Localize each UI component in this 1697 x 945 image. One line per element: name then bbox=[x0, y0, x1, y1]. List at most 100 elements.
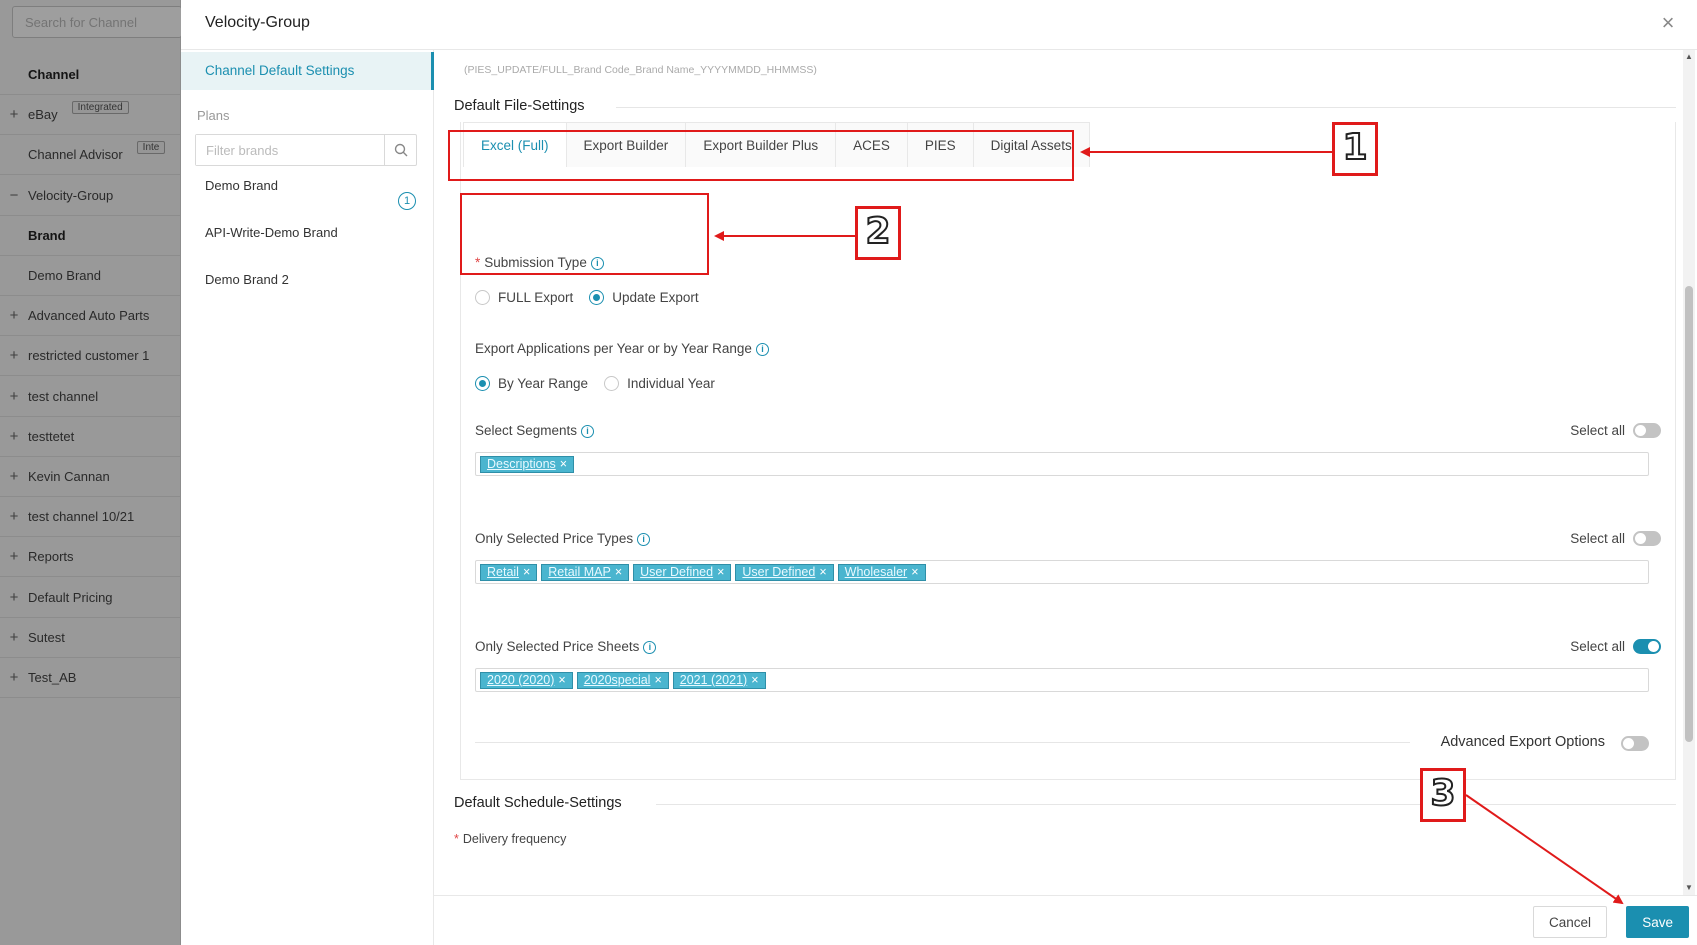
filter-brands-input[interactable] bbox=[196, 135, 386, 165]
radio-button[interactable] bbox=[604, 376, 620, 391]
plans-label: Plans bbox=[197, 108, 230, 123]
price-types-label: Only Selected Price Types i bbox=[475, 531, 651, 546]
close-icon[interactable]: × bbox=[1657, 12, 1679, 34]
radio-update-export[interactable]: Update Export bbox=[589, 290, 699, 305]
price-types-text: Only Selected Price Types bbox=[475, 531, 634, 546]
radio-button[interactable] bbox=[475, 290, 490, 305]
annotation-number-1: 1 bbox=[1332, 122, 1378, 176]
export-applications-label: Export Applications per Year or by Year … bbox=[475, 341, 769, 356]
radio-label: Individual Year bbox=[627, 376, 715, 391]
tag-label: Descriptions bbox=[487, 456, 556, 471]
schedule-settings-title: Default Schedule-Settings bbox=[454, 795, 622, 811]
tag-label: Retail bbox=[487, 564, 519, 579]
scroll-up-arrow-icon[interactable]: ▲ bbox=[1683, 52, 1695, 62]
annotation-number-2: 2 bbox=[855, 206, 901, 260]
tag-remove-icon[interactable]: × bbox=[558, 673, 565, 688]
scrollbar-thumb[interactable] bbox=[1685, 286, 1693, 742]
brand-item-demo-brand-2[interactable]: Demo Brand 2 bbox=[205, 272, 289, 287]
select-all-label: Select all bbox=[1570, 423, 1625, 438]
segments-tag-input[interactable]: Descriptions × bbox=[475, 452, 1649, 476]
tag-label: 2020special bbox=[583, 672, 651, 687]
required-marker: * bbox=[454, 832, 459, 846]
tag-chip[interactable]: Retail × bbox=[480, 563, 538, 581]
search-icon[interactable] bbox=[384, 135, 416, 165]
cancel-button[interactable]: Cancel bbox=[1532, 906, 1607, 938]
tag-remove-icon[interactable]: × bbox=[751, 673, 758, 688]
radio-button[interactable] bbox=[475, 376, 490, 391]
advanced-export-options-row: Advanced Export Options bbox=[475, 732, 1649, 756]
nav-channel-default-settings[interactable]: Channel Default Settings bbox=[181, 52, 434, 90]
tag-label: User Defined bbox=[742, 564, 816, 579]
modal-footer: Cancel Save bbox=[434, 895, 1697, 945]
radio-by-year-range[interactable]: By Year Range bbox=[475, 376, 588, 391]
section-divider bbox=[656, 804, 1676, 805]
export-applications-radio-group: By Year Range Individual Year bbox=[475, 376, 731, 391]
tag-chip[interactable]: User Defined × bbox=[735, 563, 834, 581]
select-segments-label: Select Segments i bbox=[475, 423, 595, 438]
info-icon[interactable]: i bbox=[637, 533, 651, 546]
tag-remove-icon[interactable]: × bbox=[819, 565, 826, 580]
annotation-number-3: 3 bbox=[1420, 768, 1466, 822]
tag-label: 2020 (2020) bbox=[487, 672, 555, 687]
tag-chip[interactable]: Wholesaler × bbox=[837, 563, 926, 581]
annotation-box-submission-type bbox=[460, 193, 709, 275]
tag-remove-icon[interactable]: × bbox=[523, 565, 530, 580]
price-sheets-select-all-toggle[interactable] bbox=[1633, 639, 1661, 654]
annotation-box-tabs bbox=[448, 130, 1074, 181]
segments-select-all-toggle[interactable] bbox=[1633, 423, 1661, 438]
scroll-down-arrow-icon[interactable]: ▼ bbox=[1683, 883, 1695, 893]
price-sheets-select-all: Select all bbox=[1570, 639, 1661, 654]
tag-label: 2021 (2021) bbox=[679, 672, 748, 687]
tag-label: User Defined bbox=[640, 564, 714, 579]
price-types-select-all: Select all bbox=[1570, 531, 1661, 546]
price-types-tag-input[interactable]: Retail × Retail MAP × User Defined × User Defi… bbox=[475, 560, 1649, 584]
export-applications-text: Export Applications per Year or by Year … bbox=[475, 341, 752, 356]
price-sheets-text: Only Selected Price Sheets bbox=[475, 639, 640, 654]
radio-label: Update Export bbox=[612, 290, 699, 305]
select-segments-text: Select Segments bbox=[475, 423, 578, 438]
advanced-export-options-toggle[interactable] bbox=[1621, 736, 1649, 751]
tag-remove-icon[interactable]: × bbox=[911, 565, 918, 580]
info-icon[interactable]: i bbox=[581, 425, 595, 438]
segments-select-all: Select all bbox=[1570, 423, 1661, 438]
brand-count-badge: 1 bbox=[398, 192, 416, 210]
brand-item-demo-brand[interactable]: Demo Brand bbox=[205, 178, 278, 193]
price-types-select-all-toggle[interactable] bbox=[1633, 531, 1661, 546]
advanced-export-options-label: Advanced Export Options bbox=[1440, 734, 1605, 750]
scrollbar[interactable]: ▲ ▼ bbox=[1683, 50, 1695, 895]
tag-chip[interactable]: User Defined × bbox=[633, 563, 732, 581]
radio-individual-year[interactable]: Individual Year bbox=[604, 376, 715, 391]
file-settings-title: Default File-Settings bbox=[454, 98, 585, 114]
tag-chip[interactable]: Descriptions × bbox=[480, 455, 575, 473]
submission-type-radio-group: FULL Export Update Export bbox=[475, 290, 715, 305]
file-name-hint: (PIES_UPDATE/FULL_Brand Code_Brand Name_… bbox=[464, 64, 817, 76]
select-all-label: Select all bbox=[1570, 531, 1625, 546]
divider bbox=[475, 742, 1410, 743]
modal-overlay[interactable] bbox=[0, 0, 181, 945]
brand-item-api-write-demo-brand[interactable]: API-Write-Demo Brand bbox=[205, 225, 338, 240]
info-icon[interactable]: i bbox=[643, 641, 657, 654]
modal-title: Velocity-Group bbox=[205, 14, 310, 31]
delivery-frequency-text: Delivery frequency bbox=[462, 832, 567, 846]
radio-label: By Year Range bbox=[498, 376, 589, 391]
section-divider bbox=[616, 107, 1676, 108]
filter-brands bbox=[195, 134, 417, 166]
tag-label: Wholesaler bbox=[844, 564, 908, 579]
select-all-label: Select all bbox=[1570, 639, 1625, 654]
price-sheets-tag-input[interactable]: 2020 (2020) × 2020special × 2021 (2021) × bbox=[475, 668, 1649, 692]
tag-remove-icon[interactable]: × bbox=[717, 565, 724, 580]
radio-button[interactable] bbox=[589, 290, 605, 305]
save-button[interactable]: Save bbox=[1626, 906, 1689, 938]
tag-remove-icon[interactable]: × bbox=[560, 457, 567, 472]
tag-remove-icon[interactable]: × bbox=[654, 673, 661, 688]
delivery-frequency-label: * Delivery frequency bbox=[454, 832, 566, 846]
tag-chip[interactable]: 2020 (2020) × bbox=[480, 671, 573, 689]
tag-remove-icon[interactable]: × bbox=[615, 565, 622, 580]
tag-chip[interactable]: 2020special × bbox=[576, 671, 669, 689]
tag-chip[interactable]: 2021 (2021) × bbox=[672, 671, 766, 689]
radio-full-export[interactable]: FULL Export bbox=[475, 290, 573, 305]
info-icon[interactable]: i bbox=[755, 343, 769, 356]
plans-pane: Channel Default Settings Plans Demo Bran… bbox=[181, 50, 434, 945]
tag-chip[interactable]: Retail MAP × bbox=[541, 563, 630, 581]
radio-label: FULL Export bbox=[498, 290, 574, 305]
